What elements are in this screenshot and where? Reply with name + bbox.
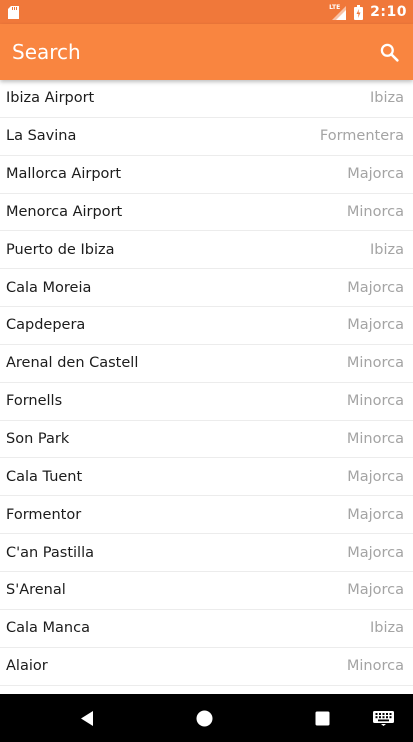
sd-card-icon	[8, 5, 19, 19]
list-item[interactable]: Alaior Minorca	[0, 648, 413, 686]
place-name: S'Arenal	[6, 582, 66, 599]
status-right: LTE 2:10	[329, 4, 407, 21]
clock: 2:10	[370, 4, 407, 20]
place-name: Arenal den Castell	[6, 355, 139, 372]
list-item[interactable]: Cala Manca Ibiza	[0, 610, 413, 648]
list-item[interactable]: Son Park Minorca	[0, 421, 413, 459]
place-name: Cala Tuent	[6, 468, 83, 485]
battery-icon	[354, 4, 364, 20]
list-item[interactable]: C'an Pastilla Majorca	[0, 534, 413, 572]
list-item[interactable]: Ibiza Airport Ibiza	[0, 80, 413, 118]
home-icon	[196, 710, 212, 726]
recents-button[interactable]	[302, 694, 342, 742]
list-item[interactable]: Puerto de Ibiza Ibiza	[0, 231, 413, 270]
status-left	[8, 5, 19, 19]
keyboard-button[interactable]	[363, 694, 403, 742]
place-region: Majorca	[347, 506, 404, 523]
place-region: Majorca	[347, 468, 404, 485]
place-region: Minorca	[346, 355, 404, 372]
search-button[interactable]	[377, 40, 401, 64]
place-name: Son Park	[6, 431, 70, 448]
place-name: Alaior	[6, 658, 48, 675]
place-name: Mallorca Airport	[6, 166, 122, 183]
back-icon	[81, 710, 93, 726]
place-name: Cala Moreia	[6, 279, 92, 296]
list-item[interactable]: Mallorca Airport Majorca	[0, 156, 413, 194]
list-item[interactable]: Cala Moreia Majorca	[0, 269, 413, 308]
place-region: Minorca	[346, 393, 404, 410]
place-region: Majorca	[347, 544, 404, 561]
back-button[interactable]	[67, 694, 107, 742]
place-region: Formentera	[319, 128, 404, 145]
results-list[interactable]: Ibiza Airport Ibiza La Savina Formentera Mal…	[0, 80, 413, 694]
list-item[interactable]: La Savina Formentera	[0, 118, 413, 156]
place-name: La Savina	[6, 128, 77, 145]
list-item[interactable]: Formentor Majorca	[0, 496, 413, 535]
list-item[interactable]: Arenal den Castell Minorca	[0, 345, 413, 383]
list-item[interactable]: Menorca Airport Minorca	[0, 194, 413, 232]
list-item[interactable]: Capdepera Majorca	[0, 307, 413, 345]
place-name: Ibiza Airport	[6, 90, 95, 107]
place-region: Majorca	[347, 166, 404, 183]
place-name: Fornells	[6, 393, 63, 410]
search-icon	[380, 43, 399, 62]
place-region: Minorca	[346, 658, 404, 675]
home-button[interactable]	[184, 694, 224, 742]
screen: LTE 2:10 Search Ibiza Airport Ibiza La S…	[0, 0, 413, 742]
keyboard-icon	[372, 710, 394, 726]
navigation-bar	[0, 694, 413, 742]
place-name: Menorca Airport	[6, 203, 123, 220]
list-item[interactable]: Cala Tuent Majorca	[0, 458, 413, 497]
place-region: Ibiza	[369, 241, 404, 258]
list-item[interactable]: S'Arenal Majorca	[0, 572, 413, 610]
place-region: Majorca	[347, 279, 404, 296]
place-region: Majorca	[347, 582, 404, 599]
app-title: Search	[12, 40, 81, 64]
place-region: Ibiza	[369, 90, 404, 107]
place-region: Ibiza	[369, 620, 404, 637]
place-region: Majorca	[347, 317, 404, 334]
place-name: C'an Pastilla	[6, 544, 94, 561]
status-bar: LTE 2:10	[0, 0, 413, 24]
place-name: Capdepera	[6, 317, 86, 334]
place-region: Minorca	[346, 431, 404, 448]
recents-icon	[315, 711, 329, 725]
list-item[interactable]: Fornells Minorca	[0, 383, 413, 421]
app-bar: Search	[0, 24, 413, 80]
place-name: Puerto de Ibiza	[6, 241, 115, 258]
place-name: Cala Manca	[6, 620, 90, 637]
place-region: Minorca	[346, 203, 404, 220]
signal-icon: LTE	[329, 4, 347, 20]
place-name: Formentor	[6, 506, 82, 523]
